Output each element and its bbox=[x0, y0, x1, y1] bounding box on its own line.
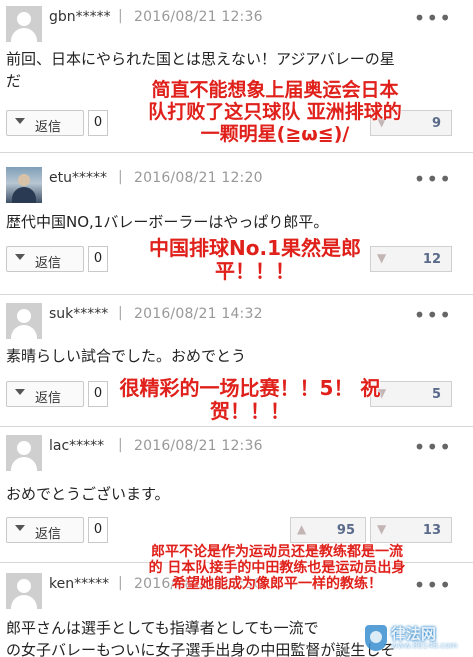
username[interactable]: gbn***** bbox=[49, 9, 111, 25]
reply-label: 返信 bbox=[35, 391, 62, 406]
caret-down-icon bbox=[15, 118, 25, 124]
comment-4: lac***** | 2016/08/21 12:36 ••• おめでとうござい… bbox=[0, 426, 473, 562]
username[interactable]: etu***** bbox=[49, 170, 107, 186]
reply-count: 0 bbox=[88, 110, 108, 136]
comment-text-line: 歴代中国NO,1バレーボーラーはやっぱり郎平。 bbox=[6, 213, 329, 231]
timestamp: 2016/08/21 12:20 bbox=[134, 170, 263, 186]
caption-line: 郎平不论是作为运动员还是教练都是一流 bbox=[151, 544, 403, 560]
comment-1: gbn***** | 2016/08/21 12:36 ••• 前回、日本にやら… bbox=[0, 0, 473, 152]
avatar[interactable] bbox=[6, 573, 42, 609]
reply-count: 0 bbox=[88, 517, 108, 543]
more-dots-icon[interactable]: ••• bbox=[414, 303, 452, 327]
avatar[interactable] bbox=[6, 435, 42, 471]
comment-header: gbn***** | 2016/08/21 12:36 ••• bbox=[6, 6, 466, 42]
caret-down-icon bbox=[15, 254, 25, 260]
dislike-count: 5 bbox=[431, 387, 441, 402]
dislike-button[interactable]: ▼ 13 bbox=[370, 517, 452, 543]
comment-text: 素晴らしい試合でした。おめでとう bbox=[6, 345, 466, 367]
caption-line: 平！！！ bbox=[215, 259, 295, 283]
caption-line: 一颗明星(≧ω≦)/ bbox=[200, 122, 350, 145]
reply-button[interactable]: 返信 bbox=[6, 517, 84, 543]
dislike-count: 12 bbox=[422, 252, 441, 267]
caption-overlay: 很精彩的一场比赛！！5！ 祝 贺！！！ bbox=[100, 377, 400, 423]
more-dots-icon[interactable]: ••• bbox=[414, 435, 452, 459]
caption-line: 贺！！！ bbox=[210, 399, 290, 423]
comment-header: suk***** | 2016/08/21 14:32 ••• bbox=[6, 303, 466, 339]
timestamp: 2016/08/21 14:32 bbox=[134, 306, 263, 322]
reply-label: 返信 bbox=[35, 120, 62, 135]
separator: | bbox=[118, 437, 123, 453]
caption-line: 简直不能想象上届奥运会日本 bbox=[151, 79, 399, 101]
caption-line: 很精彩的一场比赛！！5！ 祝 bbox=[119, 376, 381, 400]
like-button[interactable]: ▲ 95 bbox=[290, 517, 366, 543]
thumb-up-icon: ▲ bbox=[297, 522, 307, 536]
thumb-down-icon: ▼ bbox=[377, 522, 387, 536]
separator: | bbox=[118, 305, 123, 321]
username[interactable]: lac***** bbox=[49, 438, 104, 454]
caption-overlay: 郎平不论是作为运动员还是教练都是一流 的 日本队接手的中田教练也是运动员出身 希… bbox=[82, 544, 472, 592]
timestamp: 2016/08/21 12:36 bbox=[134, 9, 263, 25]
caption-overlay: 中国排球No.1果然是郎 平！！！ bbox=[120, 237, 390, 283]
shield-logo-icon bbox=[365, 625, 387, 651]
site-watermark: 律法网 www.88148.com bbox=[365, 623, 465, 653]
comment-actions: 返信 0 ▲ 95 ▼ 13 bbox=[6, 517, 466, 543]
comment-text-line: おめでとうございます。 bbox=[6, 485, 170, 503]
username[interactable]: suk***** bbox=[49, 306, 108, 322]
comment-header: lac***** | 2016/08/21 12:36 ••• bbox=[6, 435, 466, 471]
reply-button[interactable]: 返信 bbox=[6, 110, 84, 136]
separator: | bbox=[118, 8, 123, 24]
comment-header: etu***** | 2016/08/21 12:20 ••• bbox=[6, 167, 466, 203]
caption-overlay: 简直不能想象上届奥运会日本 队打败了这只球队 亚洲排球的 一颗明星(≧ω≦)/ bbox=[110, 79, 440, 146]
reply-button[interactable]: 返信 bbox=[6, 381, 84, 407]
dislike-count: 13 bbox=[422, 523, 441, 538]
comment-2: etu***** | 2016/08/21 12:20 ••• 歴代中国NO,1… bbox=[0, 152, 473, 294]
reply-label: 返信 bbox=[35, 256, 62, 271]
timestamp: 2016/08/21 12:36 bbox=[134, 438, 263, 454]
caption-line: 的 日本队接手的中田教练也是运动员出身 bbox=[148, 560, 406, 577]
comment-3: suk***** | 2016/08/21 14:32 ••• 素晴らしい試合で… bbox=[0, 294, 473, 426]
caption-line: 希望她能成为像郎平一样的教练！ bbox=[172, 576, 382, 593]
more-dots-icon[interactable]: ••• bbox=[414, 6, 452, 30]
reply-button[interactable]: 返信 bbox=[6, 246, 84, 272]
separator: | bbox=[118, 169, 123, 185]
caption-line: 队打败了这只球队 亚洲排球的 bbox=[148, 100, 402, 123]
avatar[interactable] bbox=[6, 303, 42, 339]
avatar[interactable] bbox=[6, 6, 42, 42]
like-count: 95 bbox=[336, 523, 355, 538]
more-dots-icon[interactable]: ••• bbox=[414, 167, 452, 191]
comment-text-line: 前回、日本にやられた国とは思えない！アジアバレーの星 bbox=[6, 50, 395, 68]
reply-label: 返信 bbox=[35, 527, 62, 542]
comment-text: おめでとうございます。 bbox=[6, 483, 466, 505]
caret-down-icon bbox=[15, 525, 25, 531]
reply-count: 0 bbox=[88, 246, 108, 272]
comment-text-line: 素晴らしい試合でした。おめでとう bbox=[6, 347, 247, 365]
avatar[interactable] bbox=[6, 167, 42, 203]
watermark-url: www.88148.com bbox=[391, 641, 458, 650]
caption-line: 中国排球No.1果然是郎 bbox=[149, 236, 361, 260]
comment-text: 歴代中国NO,1バレーボーラーはやっぱり郎平。 bbox=[6, 211, 466, 233]
caret-down-icon bbox=[15, 389, 25, 395]
